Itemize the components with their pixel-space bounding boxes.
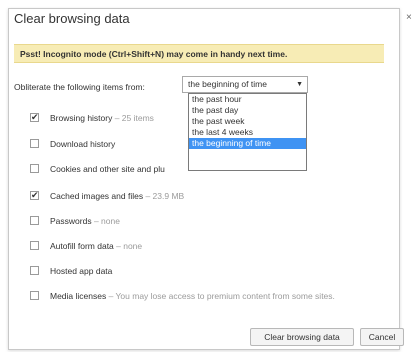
option-meta: – none (91, 216, 120, 226)
checkbox[interactable] (30, 241, 39, 250)
option-label: Cookies and other site and plu (50, 164, 165, 174)
close-icon[interactable]: × (406, 12, 412, 23)
checkbox[interactable] (30, 266, 39, 275)
checkbox[interactable] (30, 291, 39, 300)
option-label: Browsing history (50, 113, 113, 123)
time-range-option-selected[interactable]: the beginning of time (189, 138, 306, 149)
obliterate-label: Obliterate the following items from: (14, 82, 145, 92)
checkbox[interactable] (30, 216, 39, 225)
checkmark-icon: ✔ (31, 190, 39, 200)
time-range-select[interactable]: the beginning of time ▼ (182, 76, 308, 93)
option-meta: – none (113, 241, 143, 251)
option-label: Passwords (50, 216, 92, 226)
option-label: Hosted app data (50, 266, 113, 276)
time-range-option[interactable]: the past week (189, 116, 306, 127)
checkmark-icon: ✔ (31, 112, 39, 122)
clear-browsing-data-button[interactable]: Clear browsing data (250, 328, 354, 346)
checkbox[interactable]: ✔ (30, 112, 39, 122)
time-range-selected-value: the beginning of time (188, 79, 267, 89)
time-range-option[interactable]: the past day (189, 105, 306, 116)
option-label: Cached images and files (50, 191, 144, 201)
checkbox[interactable]: ✔ (30, 190, 39, 200)
time-range-option[interactable]: the past hour (189, 94, 306, 105)
time-range-dropdown: the past hour the past day the past week… (188, 93, 307, 171)
cancel-button[interactable]: Cancel (360, 328, 404, 346)
option-label: Autofill form data (50, 241, 114, 251)
option-label: Download history (50, 139, 116, 149)
chevron-down-icon: ▼ (296, 81, 303, 88)
dialog-title: Clear browsing data (14, 11, 130, 26)
checkbox[interactable] (30, 164, 39, 173)
option-label: Media licenses (50, 291, 107, 301)
time-range-option[interactable]: the last 4 weeks (189, 127, 306, 138)
incognito-tip-banner: Psst! Incognito mode (Ctrl+Shift+N) may … (14, 44, 384, 63)
checkbox[interactable] (30, 139, 39, 148)
option-meta: – 25 items (112, 113, 154, 123)
option-meta: – You may lose access to premium content… (106, 291, 335, 301)
option-meta: – 23.9 MB (143, 191, 185, 201)
